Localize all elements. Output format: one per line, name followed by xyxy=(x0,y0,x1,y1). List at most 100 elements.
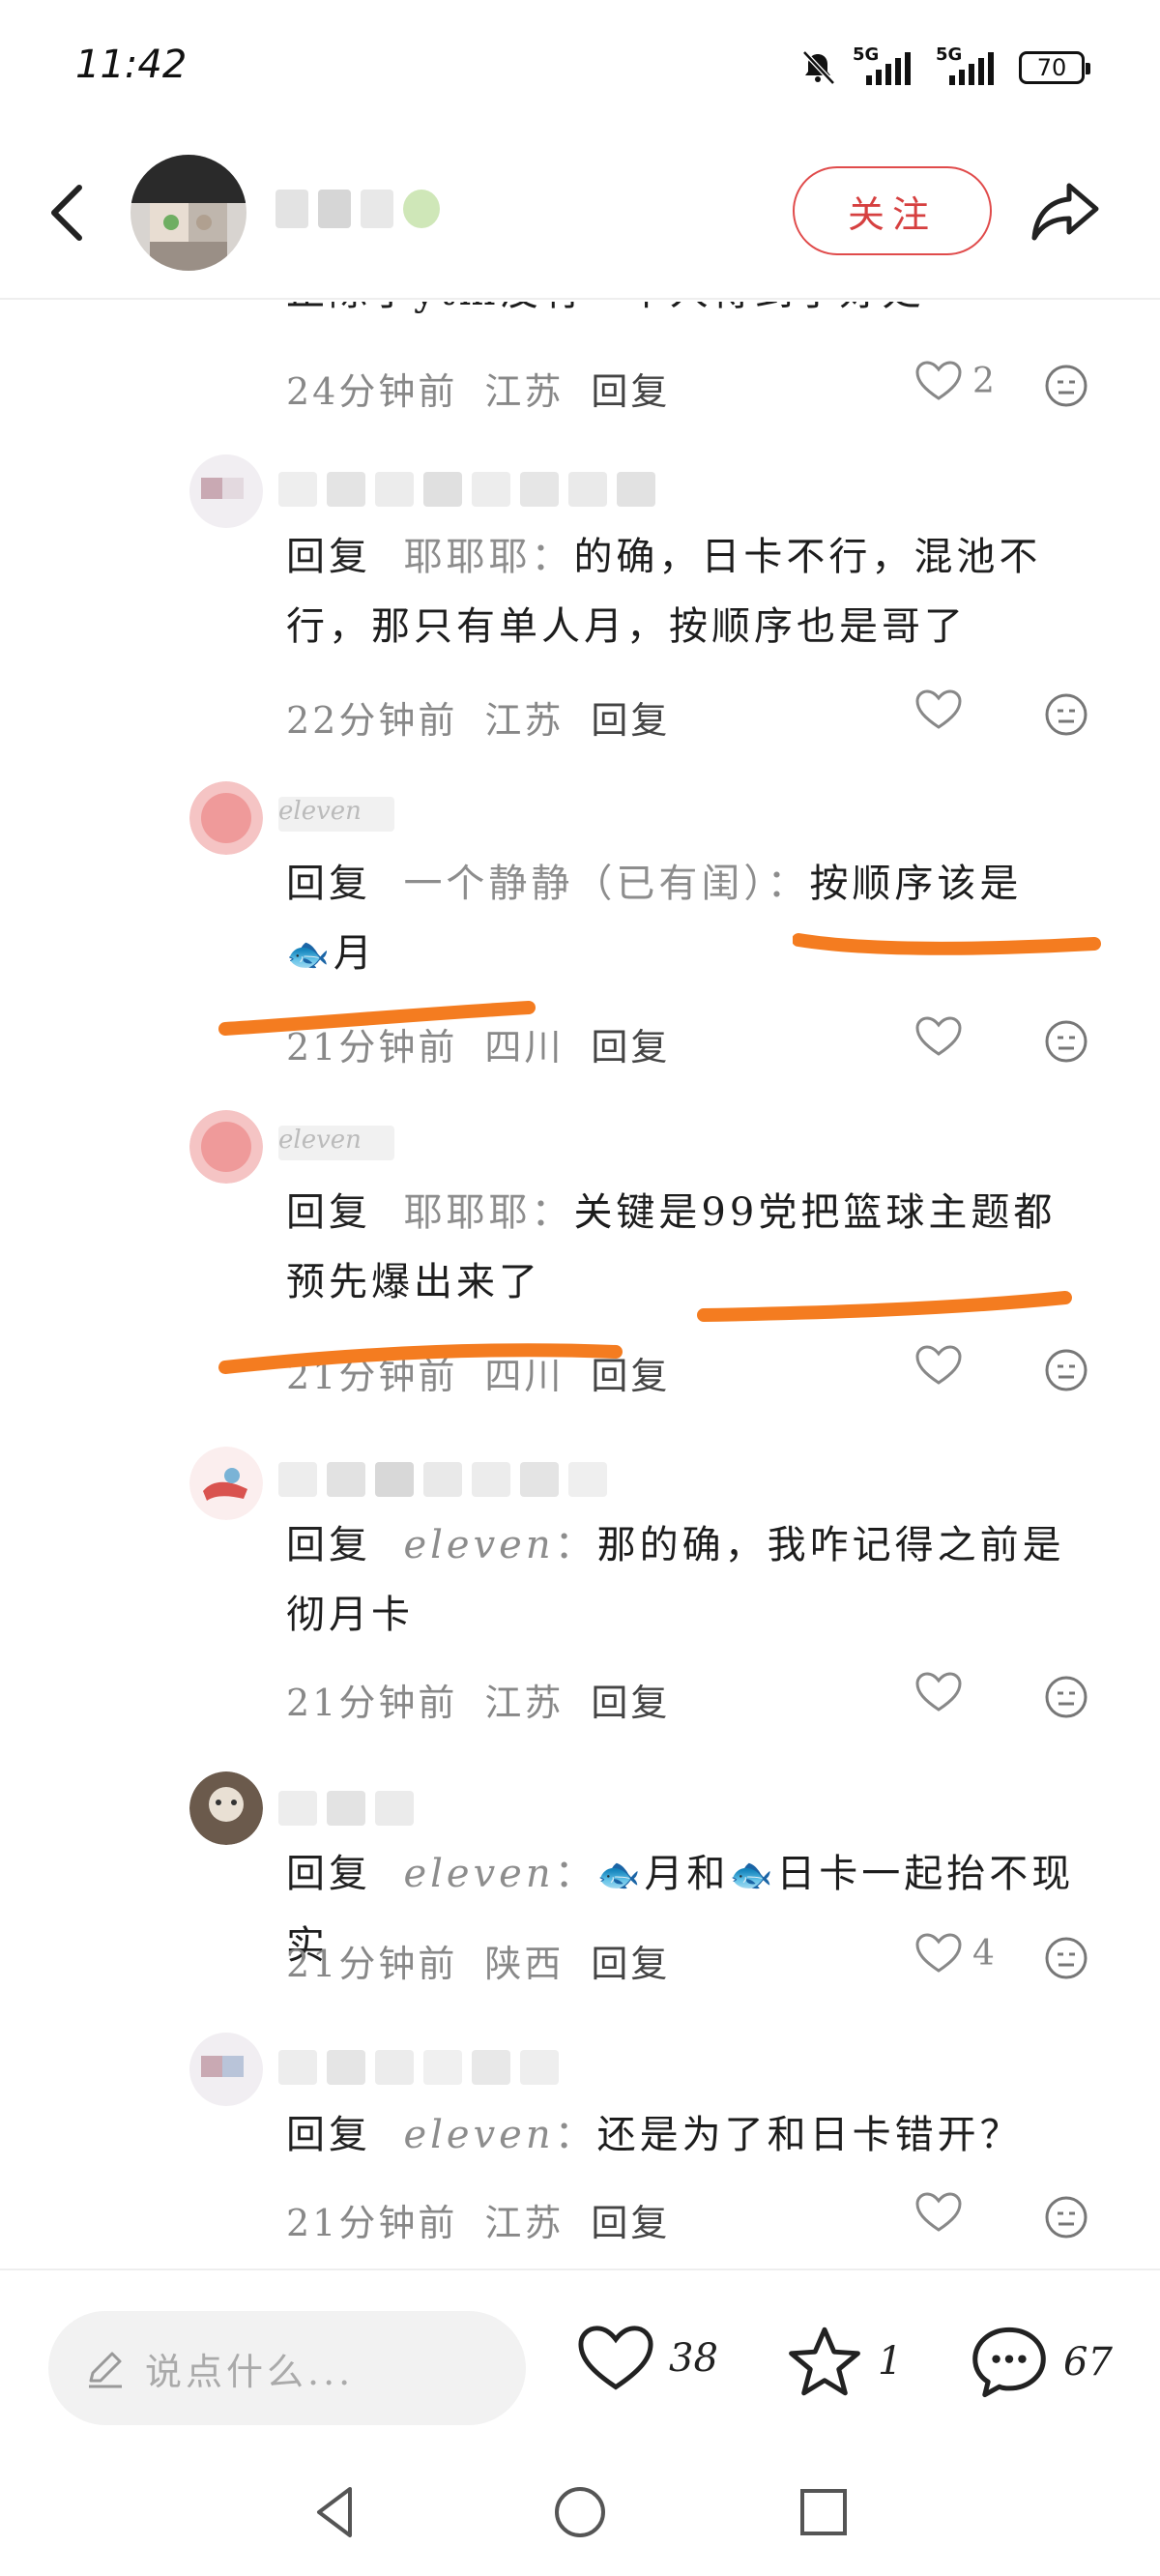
heart-icon xyxy=(915,1672,962,1712)
bottom-action-bar: 说点什么... 38 1 67 xyxy=(0,2269,1160,2443)
reply-button[interactable]: 回复 xyxy=(591,362,670,415)
commenter-avatar[interactable] xyxy=(189,1771,263,1845)
heart-icon xyxy=(578,2326,653,2390)
signal-strength-2: 5G xyxy=(936,44,1003,85)
face-icon[interactable] xyxy=(1044,1675,1088,1719)
comment-location: 江苏 xyxy=(484,370,565,413)
comment-meta: 21分钟前 江苏 回复 xyxy=(286,1673,670,1726)
reply-button[interactable]: 回复 xyxy=(591,1673,670,1726)
reply-button[interactable]: 回复 xyxy=(591,2193,670,2246)
chat-icon xyxy=(972,2327,1046,2398)
comment-meta: 24分钟前 江苏 回复 xyxy=(286,362,670,415)
reply-target[interactable]: eleven xyxy=(403,2113,554,2157)
commenter-avatar[interactable] xyxy=(189,1447,263,1520)
heart-icon xyxy=(915,2192,962,2232)
highlight-stroke xyxy=(218,1001,536,1036)
fish-emoji: 🐟 xyxy=(286,935,334,975)
commenter-name-blurred xyxy=(278,1791,414,1826)
comment-location: 江苏 xyxy=(484,1682,565,1724)
heart-icon xyxy=(915,361,962,400)
like-button[interactable] xyxy=(914,1015,963,1058)
face-icon[interactable] xyxy=(1044,1019,1088,1064)
highlight-stroke xyxy=(697,1291,1072,1322)
heart-icon xyxy=(915,1016,962,1056)
author-avatar[interactable] xyxy=(130,155,246,271)
highlight-stroke xyxy=(793,933,1101,955)
share-icon[interactable] xyxy=(1027,172,1104,249)
reply-button[interactable]: 回复 xyxy=(591,1934,670,1987)
comment-location: 江苏 xyxy=(484,699,565,742)
comment-location: 江苏 xyxy=(484,2202,565,2244)
signal-strength-1: 5G xyxy=(853,44,920,85)
like-button[interactable]: 2 xyxy=(914,360,995,402)
face-icon[interactable] xyxy=(1044,1348,1088,1392)
like-post-button[interactable]: 38 xyxy=(576,2323,718,2394)
comment-time: 21分钟前 xyxy=(286,1682,458,1724)
system-nav-bar xyxy=(0,2443,1160,2576)
nav-home-icon[interactable] xyxy=(549,2481,611,2543)
heart-icon xyxy=(915,689,962,729)
mute-bell-icon xyxy=(802,50,835,85)
comment-input-placeholder: 说点什么... xyxy=(145,2350,355,2393)
star-post-button[interactable]: 1 xyxy=(785,2323,902,2400)
commenter-name: eleven xyxy=(278,1126,394,1160)
reply-target[interactable]: eleven xyxy=(403,1852,554,1896)
pencil-icon xyxy=(89,2352,122,2388)
like-button[interactable]: 4 xyxy=(914,1932,995,1975)
status-bar: 11:42 5G 5G 70 xyxy=(0,0,1160,126)
reply-target[interactable]: eleven xyxy=(403,1523,554,1567)
comment-time: 21分钟前 xyxy=(286,2202,458,2244)
status-time: 11:42 xyxy=(75,43,188,87)
like-count: 4 xyxy=(972,1933,995,1974)
commenter-name-blurred xyxy=(278,2050,559,2085)
commenter-name-blurred xyxy=(278,1462,607,1497)
comment-meta: 21分钟前 江苏 回复 xyxy=(286,2193,670,2246)
comment-time: 22分钟前 xyxy=(286,699,458,742)
star-icon xyxy=(789,2327,860,2396)
like-count: 2 xyxy=(972,361,995,401)
post-comment-count: 67 xyxy=(1063,2340,1113,2385)
reply-target[interactable]: 耶耶耶 xyxy=(403,535,531,579)
face-icon[interactable] xyxy=(1044,2195,1088,2239)
follow-button[interactable]: 关注 xyxy=(793,166,992,255)
like-button[interactable] xyxy=(914,1344,963,1387)
commenter-avatar[interactable] xyxy=(189,2033,263,2106)
face-icon[interactable] xyxy=(1044,1936,1088,1980)
comment-input[interactable]: 说点什么... xyxy=(48,2311,526,2425)
comment-list: 止除了ytm没有一个人得到了好处 24分钟前 江苏 回复 2 回复 耶耶耶：的确… xyxy=(0,302,1160,2265)
post-star-count: 1 xyxy=(878,2339,903,2384)
post-header: 关注 xyxy=(0,126,1160,300)
author-name-blurred xyxy=(276,190,440,228)
nav-back-icon[interactable] xyxy=(305,2481,367,2543)
commenter-avatar[interactable] xyxy=(189,454,263,528)
like-button[interactable] xyxy=(914,2191,963,2234)
comment-meta: 22分钟前 江苏 回复 xyxy=(286,690,670,744)
comment-text: 回复 eleven：那的确，我咋记得之前是彻月卡 xyxy=(286,1523,1065,1637)
reply-button[interactable]: 回复 xyxy=(591,690,670,744)
commenter-avatar[interactable] xyxy=(189,1110,263,1184)
like-button[interactable] xyxy=(914,1671,963,1713)
like-button[interactable] xyxy=(914,688,963,731)
post-like-count: 38 xyxy=(669,2336,718,2381)
comment-time: 24分钟前 xyxy=(286,370,458,413)
reply-target[interactable]: 耶耶耶 xyxy=(403,1190,531,1235)
fish-emoji: 🐟 xyxy=(596,1856,645,1895)
reply-button[interactable]: 回复 xyxy=(591,1017,670,1070)
back-icon[interactable] xyxy=(39,174,97,251)
commenter-avatar[interactable] xyxy=(189,781,263,855)
comment-text: 止除了ytm没有一个人得到了好处 xyxy=(286,302,1098,327)
commenter-name: eleven xyxy=(278,797,394,832)
commenter-name-blurred xyxy=(278,472,655,507)
fish-emoji: 🐟 xyxy=(729,1856,777,1895)
comment-meta: 21分钟前 陕西 回复 xyxy=(286,1934,670,1987)
nav-recents-icon[interactable] xyxy=(793,2481,855,2543)
heart-icon xyxy=(915,1345,962,1385)
comment-text: 回复 eleven：还是为了和日卡错开？ xyxy=(286,2113,1023,2157)
face-icon[interactable] xyxy=(1044,692,1088,737)
comment-location: 陕西 xyxy=(484,1943,565,1985)
heart-icon xyxy=(915,1933,962,1973)
reply-target[interactable]: 一个静静（已有闺） xyxy=(403,862,767,906)
highlight-stroke xyxy=(218,1343,623,1374)
comments-button[interactable]: 67 xyxy=(969,2323,1113,2402)
face-icon[interactable] xyxy=(1044,364,1088,408)
